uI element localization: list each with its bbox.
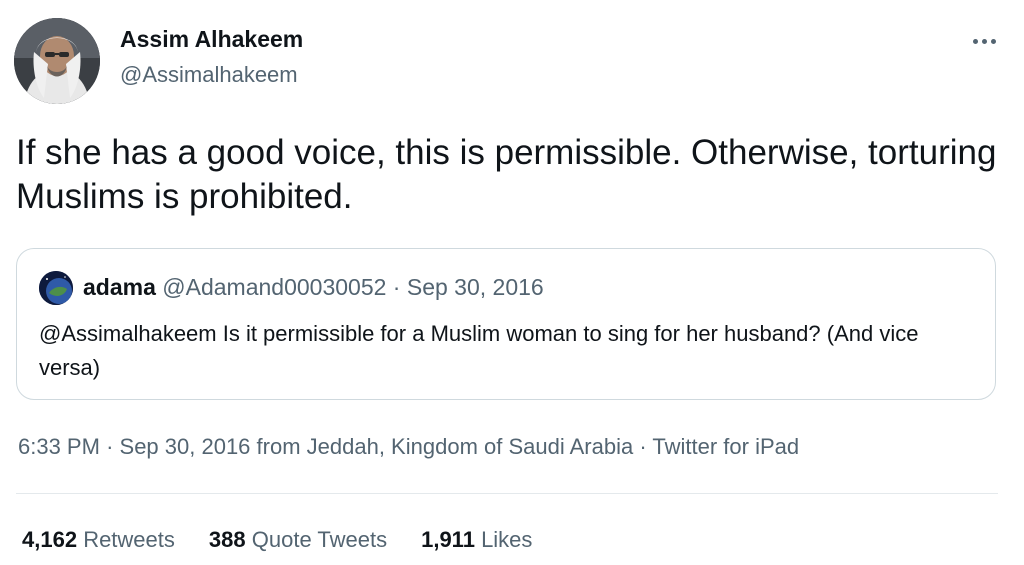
tweet-meta: 6:33 PM · Sep 30, 2016 from Jeddah, King…: [18, 434, 799, 460]
tweet-card: Assim Alhakeem @Assimalhakeem If she has…: [0, 0, 1024, 565]
more-button[interactable]: [962, 24, 1006, 58]
tweet-location: from Jeddah, Kingdom of Saudi Arabia: [256, 434, 634, 459]
quoted-tweet-header: adama @Adamand00030052 · Sep 30, 2016: [83, 274, 544, 301]
quoted-tweet-text: @Assimalhakeem Is it permissible for a M…: [39, 321, 919, 380]
tweet-source[interactable]: Twitter for iPad: [652, 434, 799, 459]
quoted-tweet[interactable]: adama @Adamand00030052 · Sep 30, 2016 @A…: [16, 248, 996, 400]
meta-separator-2: ·: [639, 434, 647, 459]
retweets-label: Retweets: [83, 527, 175, 552]
author-name[interactable]: Assim Alhakeem: [120, 26, 303, 53]
quoted-tweet-date: Sep 30, 2016: [406, 274, 544, 300]
tweet-time[interactable]: 6:33 PM: [18, 434, 100, 459]
quoted-author-name: adama: [83, 274, 156, 300]
author-avatar[interactable]: [14, 18, 100, 104]
quoted-author-handle: @Adamand00030052: [162, 274, 387, 300]
quote-tweets-label: Quote Tweets: [251, 527, 388, 552]
likes-count: 1,911: [421, 527, 475, 552]
divider: [16, 493, 998, 494]
retweets-count: 4,162: [22, 527, 78, 552]
tweet-stats: 4,162 Retweets 388 Quote Tweets 1,911 Li…: [22, 527, 532, 553]
quoted-author-avatar: [39, 271, 73, 305]
tweet-text: If she has a good voice, this is permiss…: [16, 133, 997, 216]
author-handle[interactable]: @Assimalhakeem: [120, 62, 298, 88]
likes-label: Likes: [481, 527, 533, 552]
quote-tweets-stat[interactable]: 388 Quote Tweets: [209, 527, 387, 553]
retweets-stat[interactable]: 4,162 Retweets: [22, 527, 175, 553]
likes-stat[interactable]: 1,911 Likes: [421, 527, 532, 553]
more-horizontal-icon: [971, 38, 998, 44]
quote-tweets-count: 388: [208, 527, 246, 552]
meta-separator: ·: [106, 434, 114, 459]
quoted-separator: ·: [392, 274, 401, 300]
tweet-date[interactable]: Sep 30, 2016: [120, 434, 251, 459]
